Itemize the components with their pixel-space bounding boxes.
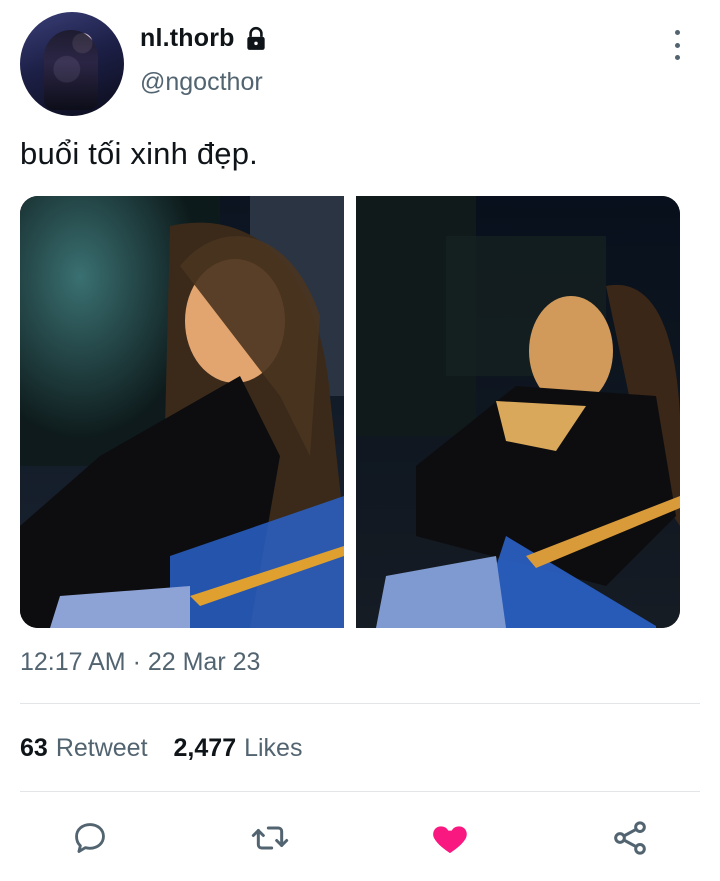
likes-count: 2,477 xyxy=(173,734,237,762)
tweet-text: buổi tối xinh đẹp. xyxy=(20,136,258,171)
reply-button[interactable] xyxy=(64,812,116,864)
user-name-row: nl.thorb xyxy=(140,24,269,53)
more-vertical-icon xyxy=(674,55,680,60)
tweet-photo-2[interactable] xyxy=(356,196,680,628)
display-name[interactable]: nl.thorb xyxy=(140,24,235,53)
more-vertical-icon xyxy=(674,30,680,35)
tweet-actions xyxy=(0,812,720,864)
divider xyxy=(20,791,700,792)
tweet-stats: 63 Retweet 2,477 Likes xyxy=(20,734,302,763)
retweet-button[interactable] xyxy=(244,812,296,864)
retweets-label: Retweet xyxy=(55,734,148,762)
tweet-timestamp[interactable]: 12:17 AM · 22 Mar 23 xyxy=(20,648,260,677)
retweet-icon xyxy=(251,826,289,850)
photo-2-image xyxy=(356,196,680,628)
share-icon xyxy=(614,821,646,855)
retweets-stat[interactable]: 63 Retweet xyxy=(20,734,148,763)
likes-label: Likes xyxy=(244,734,303,762)
retweets-count: 63 xyxy=(20,734,48,762)
divider xyxy=(20,703,700,704)
lock-icon xyxy=(243,26,269,52)
user-handle[interactable]: @ngocthor xyxy=(140,68,263,97)
share-button[interactable] xyxy=(604,812,656,864)
photo-1-image xyxy=(20,196,344,628)
like-button[interactable] xyxy=(424,812,476,864)
avatar[interactable] xyxy=(20,12,124,116)
more-options-button[interactable] xyxy=(670,30,684,60)
reply-icon xyxy=(75,823,105,853)
tweet-photo-1[interactable] xyxy=(20,196,344,628)
likes-stat[interactable]: 2,477 Likes xyxy=(174,734,303,763)
like-icon xyxy=(433,826,467,853)
more-vertical-icon xyxy=(674,42,680,48)
